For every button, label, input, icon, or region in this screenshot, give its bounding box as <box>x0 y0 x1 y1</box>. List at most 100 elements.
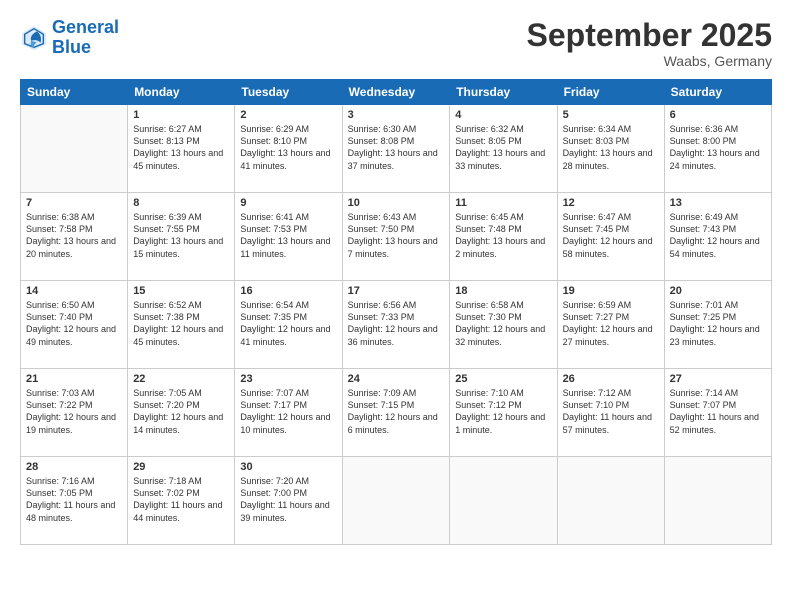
col-saturday: Saturday <box>664 80 771 105</box>
cell-info: Sunrise: 6:29 AM Sunset: 8:10 PM Dayligh… <box>240 123 336 172</box>
cell-info: Sunrise: 7:07 AM Sunset: 7:17 PM Dayligh… <box>240 387 336 436</box>
title-block: September 2025 Waabs, Germany <box>527 18 772 69</box>
calendar-cell: 1 Sunrise: 6:27 AM Sunset: 8:13 PM Daylig… <box>128 105 235 193</box>
day-number: 1 <box>133 109 229 121</box>
location: Waabs, Germany <box>527 53 772 69</box>
calendar-cell: 12Sunrise: 6:47 AM Sunset: 7:45 PM Dayli… <box>557 193 664 281</box>
calendar-cell: 28Sunrise: 7:16 AM Sunset: 7:05 PM Dayli… <box>21 457 128 545</box>
month-title: September 2025 <box>527 18 772 53</box>
calendar-cell: 23 Sunrise: 7:07 AM Sunset: 7:17 PM Dayli… <box>235 369 342 457</box>
calendar-cell: 9Sunrise: 6:41 AM Sunset: 7:53 PM Daylig… <box>235 193 342 281</box>
cell-info: Sunrise: 6:58 AM Sunset: 7:30 PM Dayligh… <box>455 299 551 348</box>
day-number: 18 <box>455 285 551 297</box>
day-number: 26 <box>563 373 659 385</box>
logo-text: General Blue <box>52 18 119 58</box>
cell-info: Sunrise: 7:10 AM Sunset: 7:12 PM Dayligh… <box>455 387 551 436</box>
calendar-cell: 7 Sunrise: 6:38 AM Sunset: 7:58 PM Daylig… <box>21 193 128 281</box>
col-friday: Friday <box>557 80 664 105</box>
col-tuesday: Tuesday <box>235 80 342 105</box>
cell-info: Sunrise: 6:54 AM Sunset: 7:35 PM Dayligh… <box>240 299 336 348</box>
calendar-cell <box>342 457 450 545</box>
day-number: 10 <box>348 197 445 209</box>
calendar-cell: 25 Sunrise: 7:10 AM Sunset: 7:12 PM Dayli… <box>450 369 557 457</box>
calendar-cell <box>450 457 557 545</box>
cell-info: Sunrise: 7:12 AM Sunset: 7:10 PM Dayligh… <box>563 387 659 436</box>
cell-info: Sunrise: 6:59 AM Sunset: 7:27 PM Dayligh… <box>563 299 659 348</box>
cell-info: Sunrise: 6:38 AM Sunset: 7:58 PM Dayligh… <box>26 211 122 260</box>
day-number: 12 <box>563 197 659 209</box>
cell-info: Sunrise: 6:30 AM Sunset: 8:08 PM Dayligh… <box>348 123 445 172</box>
day-number: 20 <box>670 285 766 297</box>
day-number: 28 <box>26 461 122 473</box>
day-number: 17 <box>348 285 445 297</box>
week-row-3: 21 Sunrise: 7:03 AM Sunset: 7:22 PM Dayli… <box>21 369 772 457</box>
calendar-cell: 19Sunrise: 6:59 AM Sunset: 7:27 PM Dayli… <box>557 281 664 369</box>
cell-info: Sunrise: 7:03 AM Sunset: 7:22 PM Dayligh… <box>26 387 122 436</box>
cell-info: Sunrise: 6:39 AM Sunset: 7:55 PM Dayligh… <box>133 211 229 260</box>
calendar: Sunday Monday Tuesday Wednesday Thursday… <box>20 79 772 545</box>
calendar-cell: 24 Sunrise: 7:09 AM Sunset: 7:15 PM Dayli… <box>342 369 450 457</box>
col-monday: Monday <box>128 80 235 105</box>
cell-info: Sunrise: 6:34 AM Sunset: 8:03 PM Dayligh… <box>563 123 659 172</box>
logo-icon <box>20 24 48 52</box>
calendar-cell: 27 Sunrise: 7:14 AM Sunset: 7:07 PM Dayli… <box>664 369 771 457</box>
calendar-cell: 14 Sunrise: 6:50 AM Sunset: 7:40 PM Dayli… <box>21 281 128 369</box>
day-number: 24 <box>348 373 445 385</box>
calendar-cell: 8 Sunrise: 6:39 AM Sunset: 7:55 PM Daylig… <box>128 193 235 281</box>
calendar-cell: 17Sunrise: 6:56 AM Sunset: 7:33 PM Dayli… <box>342 281 450 369</box>
day-number: 25 <box>455 373 551 385</box>
calendar-cell: 4Sunrise: 6:32 AM Sunset: 8:05 PM Daylig… <box>450 105 557 193</box>
day-number: 2 <box>240 109 336 121</box>
day-number: 29 <box>133 461 229 473</box>
cell-info: Sunrise: 7:14 AM Sunset: 7:07 PM Dayligh… <box>670 387 766 436</box>
calendar-cell <box>664 457 771 545</box>
col-wednesday: Wednesday <box>342 80 450 105</box>
logo-line2: Blue <box>52 37 91 57</box>
week-row-2: 14 Sunrise: 6:50 AM Sunset: 7:40 PM Dayli… <box>21 281 772 369</box>
day-number: 8 <box>133 197 229 209</box>
calendar-cell: 18 Sunrise: 6:58 AM Sunset: 7:30 PM Dayli… <box>450 281 557 369</box>
day-number: 3 <box>348 109 445 121</box>
calendar-cell <box>21 105 128 193</box>
day-number: 15 <box>133 285 229 297</box>
day-number: 14 <box>26 285 122 297</box>
calendar-cell: 11 Sunrise: 6:45 AM Sunset: 7:48 PM Dayli… <box>450 193 557 281</box>
calendar-cell: 26 Sunrise: 7:12 AM Sunset: 7:10 PM Dayli… <box>557 369 664 457</box>
day-number: 30 <box>240 461 336 473</box>
calendar-cell: 30 Sunrise: 7:20 AM Sunset: 7:00 PM Dayli… <box>235 457 342 545</box>
col-sunday: Sunday <box>21 80 128 105</box>
cell-info: Sunrise: 6:52 AM Sunset: 7:38 PM Dayligh… <box>133 299 229 348</box>
cell-info: Sunrise: 6:49 AM Sunset: 7:43 PM Dayligh… <box>670 211 766 260</box>
day-number: 21 <box>26 373 122 385</box>
cell-info: Sunrise: 7:20 AM Sunset: 7:00 PM Dayligh… <box>240 475 336 524</box>
cell-info: Sunrise: 6:32 AM Sunset: 8:05 PM Dayligh… <box>455 123 551 172</box>
calendar-cell: 16 Sunrise: 6:54 AM Sunset: 7:35 PM Dayli… <box>235 281 342 369</box>
cell-info: Sunrise: 6:45 AM Sunset: 7:48 PM Dayligh… <box>455 211 551 260</box>
calendar-cell: 22 Sunrise: 7:05 AM Sunset: 7:20 PM Dayli… <box>128 369 235 457</box>
calendar-cell: 29Sunrise: 7:18 AM Sunset: 7:02 PM Dayli… <box>128 457 235 545</box>
week-row-4: 28Sunrise: 7:16 AM Sunset: 7:05 PM Dayli… <box>21 457 772 545</box>
calendar-cell: 6Sunrise: 6:36 AM Sunset: 8:00 PM Daylig… <box>664 105 771 193</box>
cell-info: Sunrise: 6:43 AM Sunset: 7:50 PM Dayligh… <box>348 211 445 260</box>
day-number: 11 <box>455 197 551 209</box>
day-number: 9 <box>240 197 336 209</box>
cell-info: Sunrise: 6:27 AM Sunset: 8:13 PM Dayligh… <box>133 123 229 172</box>
calendar-cell: 15 Sunrise: 6:52 AM Sunset: 7:38 PM Dayli… <box>128 281 235 369</box>
week-row-0: 1 Sunrise: 6:27 AM Sunset: 8:13 PM Daylig… <box>21 105 772 193</box>
header: General Blue September 2025 Waabs, Germa… <box>20 18 772 69</box>
day-number: 13 <box>670 197 766 209</box>
day-number: 5 <box>563 109 659 121</box>
day-number: 27 <box>670 373 766 385</box>
cell-info: Sunrise: 6:36 AM Sunset: 8:00 PM Dayligh… <box>670 123 766 172</box>
calendar-cell <box>557 457 664 545</box>
cell-info: Sunrise: 7:09 AM Sunset: 7:15 PM Dayligh… <box>348 387 445 436</box>
day-number: 22 <box>133 373 229 385</box>
day-number: 7 <box>26 197 122 209</box>
cell-info: Sunrise: 7:05 AM Sunset: 7:20 PM Dayligh… <box>133 387 229 436</box>
calendar-cell: 21 Sunrise: 7:03 AM Sunset: 7:22 PM Dayli… <box>21 369 128 457</box>
day-number: 16 <box>240 285 336 297</box>
day-number: 23 <box>240 373 336 385</box>
cell-info: Sunrise: 6:50 AM Sunset: 7:40 PM Dayligh… <box>26 299 122 348</box>
calendar-cell: 2 Sunrise: 6:29 AM Sunset: 8:10 PM Daylig… <box>235 105 342 193</box>
calendar-cell: 5 Sunrise: 6:34 AM Sunset: 8:03 PM Daylig… <box>557 105 664 193</box>
